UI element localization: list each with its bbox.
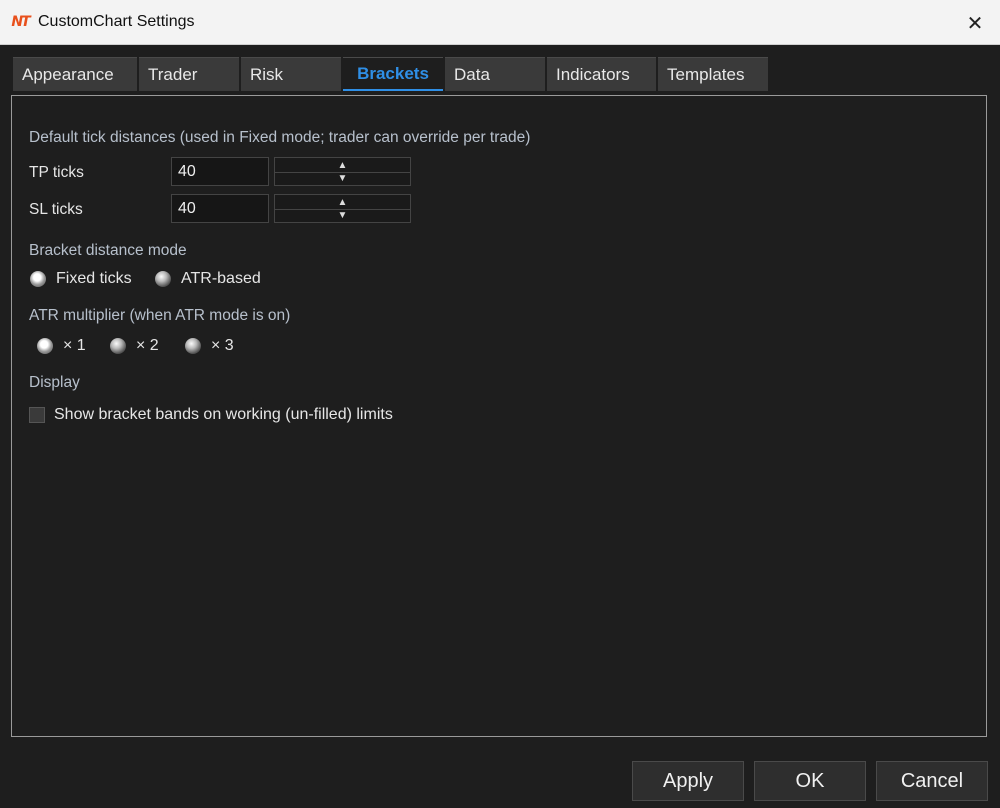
brackets-panel: Default tick distances (used in Fixed mo… <box>11 95 987 737</box>
radio-unselected-icon <box>155 271 171 287</box>
tab-indicators[interactable]: Indicators <box>547 57 656 91</box>
apply-button[interactable]: Apply <box>632 761 744 801</box>
radio-atr-x2[interactable]: × 2 <box>110 337 159 355</box>
radio-selected-icon <box>30 271 46 287</box>
radio-label: ATR-based <box>181 270 261 287</box>
tab-label: Trader <box>148 64 198 84</box>
sl-ticks-label: SL ticks <box>29 201 83 218</box>
tick-distances-heading: Default tick distances (used in Fixed mo… <box>29 129 531 146</box>
title-bar: NT CustomChart Settings ✕ <box>0 0 1000 45</box>
tab-appearance[interactable]: Appearance <box>13 57 137 91</box>
atr-multiplier-heading: ATR multiplier (when ATR mode is on) <box>29 307 291 324</box>
radio-unselected-icon <box>185 338 201 354</box>
checkbox-label: Show bracket bands on working (un-filled… <box>54 406 393 423</box>
radio-selected-icon <box>37 338 53 354</box>
radio-atr-x3[interactable]: × 3 <box>185 337 234 355</box>
radio-label: × 3 <box>211 337 234 354</box>
tab-bar: Appearance Trader Risk Brackets Data Ind… <box>13 57 770 92</box>
tab-trader[interactable]: Trader <box>139 57 239 91</box>
mode-heading: Bracket distance mode <box>29 242 187 259</box>
radio-label: × 2 <box>136 337 159 354</box>
tab-risk[interactable]: Risk <box>241 57 341 91</box>
radio-fixed-ticks[interactable]: Fixed ticks <box>30 270 132 288</box>
radio-atr-x1[interactable]: × 1 <box>37 337 86 355</box>
tab-label: Data <box>454 64 490 84</box>
radio-atr-based[interactable]: ATR-based <box>155 270 261 288</box>
ok-button[interactable]: OK <box>754 761 866 801</box>
tab-templates[interactable]: Templates <box>658 57 768 91</box>
tp-ticks-label: TP ticks <box>29 164 84 181</box>
close-icon[interactable]: ✕ <box>962 10 988 36</box>
radio-label: × 1 <box>63 337 86 354</box>
sl-ticks-spinner[interactable]: ▲ ▼ <box>274 194 411 223</box>
tab-label: Templates <box>667 64 745 84</box>
window-title: CustomChart Settings <box>38 13 195 30</box>
sl-ticks-input[interactable]: 40 <box>171 194 269 223</box>
tab-label: Brackets <box>357 63 429 83</box>
tab-data[interactable]: Data <box>445 57 545 91</box>
tab-label: Risk <box>250 64 284 84</box>
radio-unselected-icon <box>110 338 126 354</box>
spin-down-icon[interactable]: ▼ <box>275 208 410 222</box>
app-logo-icon: NT <box>11 14 30 30</box>
tab-brackets[interactable]: Brackets <box>343 57 443 91</box>
tp-ticks-input[interactable]: 40 <box>171 157 269 186</box>
display-heading: Display <box>29 374 80 391</box>
spin-down-icon[interactable]: ▼ <box>275 171 410 185</box>
cancel-button[interactable]: Cancel <box>876 761 988 801</box>
radio-label: Fixed ticks <box>56 270 132 287</box>
tab-label: Indicators <box>556 64 630 84</box>
tab-label: Appearance <box>22 64 114 84</box>
show-bracket-bands-checkbox[interactable]: Show bracket bands on working (un-filled… <box>29 406 393 424</box>
tp-ticks-spinner[interactable]: ▲ ▼ <box>274 157 411 186</box>
checkbox-box[interactable] <box>29 407 45 423</box>
